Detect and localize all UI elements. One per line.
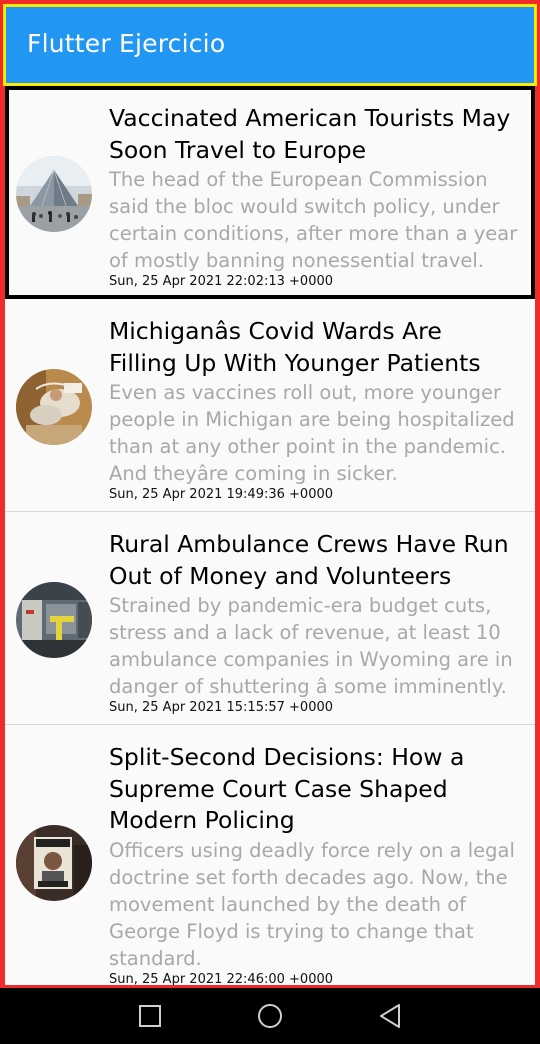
article-title: Split-Second Decisions: How a Supreme Co… (109, 743, 465, 834)
protest-sign-photo (16, 825, 92, 901)
appbar-title: Flutter Ejercicio (27, 29, 226, 58)
back-icon (380, 1004, 400, 1028)
appbar-frame: Flutter Ejercicio (0, 0, 540, 89)
home-button[interactable] (256, 1002, 284, 1030)
article-description: Even as vaccines roll out, more younger … (109, 381, 515, 485)
screen: Flutter Ejercicio Vaccinated American To… (0, 0, 540, 1044)
article-description: Strained by pandemic-era budget cuts, st… (109, 594, 513, 698)
recent-apps-button[interactable] (136, 1002, 164, 1030)
recent-apps-icon (139, 1005, 161, 1027)
article-thumbnail (16, 369, 92, 445)
article-description: Officers using deadly force rely on a le… (109, 838, 515, 970)
article-thumbnail (16, 156, 92, 232)
news-list[interactable]: Vaccinated American Tourists May Soon Tr… (0, 86, 540, 988)
article-description: The head of the European Commission said… (109, 168, 518, 272)
home-icon (258, 1004, 282, 1028)
louvre-pyramid-photo (16, 156, 92, 232)
hospital-patient-photo (16, 369, 92, 445)
article-date: Sun, 25 Apr 2021 22:46:00 +0000 (109, 971, 334, 987)
system-navigation-bar (0, 988, 540, 1044)
article-thumbnail (16, 825, 92, 901)
appbar: Flutter Ejercicio (3, 4, 537, 86)
list-item[interactable]: Michiganâs Covid Wards Are Filling Up Wi… (5, 299, 535, 512)
list-item[interactable]: Vaccinated American Tourists May Soon Tr… (5, 86, 535, 299)
article-title: Rural Ambulance Crews Have Run Out of Mo… (109, 530, 509, 590)
list-item[interactable]: Rural Ambulance Crews Have Run Out of Mo… (5, 512, 535, 725)
article-title: Michiganâs Covid Wards Are Filling Up Wi… (109, 317, 481, 377)
ambulance-interior-photo (16, 582, 92, 658)
article-date: Sun, 25 Apr 2021 19:49:36 +0000 (109, 487, 334, 502)
list-item[interactable]: Split-Second Decisions: How a Supreme Co… (5, 725, 535, 987)
article-date: Sun, 25 Apr 2021 22:02:13 +0000 (109, 274, 334, 289)
article-title: Vaccinated American Tourists May Soon Tr… (109, 104, 511, 164)
back-button[interactable] (376, 1002, 404, 1030)
article-date: Sun, 25 Apr 2021 15:15:57 +0000 (109, 700, 334, 715)
article-thumbnail (16, 582, 92, 658)
